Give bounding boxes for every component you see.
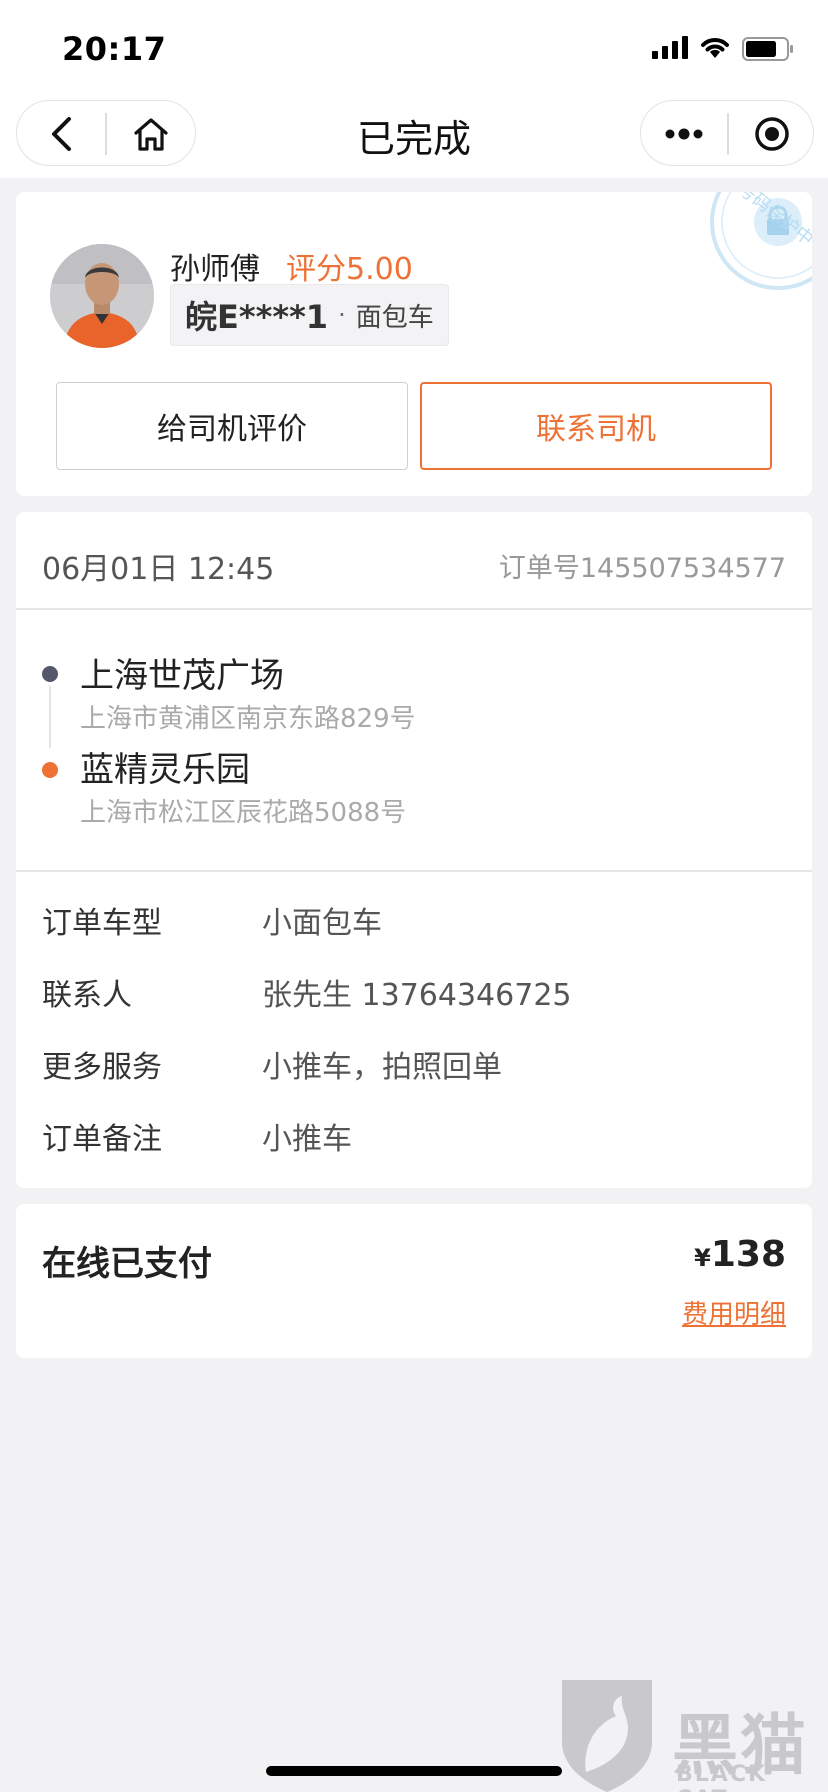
detail-row-contact: 联系人 张先生 13764346725 (16, 954, 812, 1026)
watermark-subtitle: BLACK CAT (676, 1762, 768, 1792)
route-section: 上海世茂广场 上海市黄浦区南京东路829号 蓝精灵乐园 上海市松江区辰花路508… (16, 610, 812, 872)
number-protection-stamp: 号码保护中 (710, 192, 812, 290)
detail-label: 联系人 (42, 978, 132, 1013)
more-dots-icon (665, 128, 703, 140)
battery-icon (742, 37, 793, 61)
dot-separator: · (338, 301, 346, 329)
currency-symbol: ¥ (694, 1244, 711, 1272)
home-indicator (266, 1766, 562, 1776)
amount-value: 138 (710, 1234, 786, 1275)
more-button[interactable] (641, 101, 727, 167)
status-bar: 20:17 (0, 0, 828, 100)
detail-label: 订单备注 (42, 1122, 162, 1157)
fee-detail-link[interactable]: 费用明细 (682, 1294, 786, 1331)
detail-row-vehicle-type: 订单车型 小面包车 (16, 882, 812, 954)
driver-photo (50, 244, 154, 348)
driver-rating: 评分5.00 (286, 252, 413, 287)
payment-status-label: 在线已支付 (42, 1244, 212, 1284)
cellular-signal-icon (652, 36, 688, 59)
end-place-name: 蓝精灵乐园 (80, 750, 250, 790)
status-time: 20:17 (62, 30, 167, 68)
wifi-icon (701, 38, 729, 58)
end-point-dot (42, 762, 58, 778)
start-place-address: 上海市黄浦区南京东路829号 (80, 704, 416, 734)
detail-label: 订单车型 (42, 906, 162, 941)
detail-value: 小推车，拍照回单 (262, 1050, 502, 1085)
nav-right-capsule (640, 100, 814, 166)
end-place-address: 上海市松江区辰花路5088号 (80, 798, 407, 828)
driver-name: 孙师傅 (170, 252, 260, 287)
vehicle-info-badge: 皖E****1 · 面包车 (170, 284, 449, 346)
rate-driver-button[interactable]: 给司机评价 (56, 382, 408, 470)
detail-row-remarks: 订单备注 小推车 (16, 1098, 812, 1170)
close-miniprogram-button[interactable] (729, 101, 815, 167)
order-number: 订单号145507534577 (498, 553, 786, 584)
driver-avatar (50, 244, 154, 348)
vehicle-type: 面包车 (355, 302, 434, 333)
order-datetime: 06月01日 12:45 (42, 552, 275, 587)
contact-driver-button[interactable]: 联系司机 (420, 382, 772, 470)
payment-amount: ¥138 (694, 1234, 786, 1275)
license-plate: 皖E****1 (185, 298, 329, 336)
detail-value: 张先生 13764346725 (262, 978, 572, 1013)
detail-value: 小推车 (262, 1122, 352, 1157)
route-connector-line (49, 686, 51, 748)
start-point-dot (42, 666, 58, 682)
detail-row-more-services: 更多服务 小推车，拍照回单 (16, 1026, 812, 1098)
driver-card: 孙师傅 评分5.00 皖E****1 · 面包车 号码保护中 给司机评价 联系司… (16, 192, 812, 496)
detail-value: 小面包车 (262, 906, 382, 941)
order-header: 06月01日 12:45 订单号145507534577 (16, 512, 812, 610)
detail-label: 更多服务 (42, 1050, 162, 1085)
payment-card: 在线已支付 ¥138 费用明细 (16, 1204, 812, 1358)
navigation-bar: 已完成 (0, 100, 828, 178)
order-card: 06月01日 12:45 订单号145507534577 上海世茂广场 上海市黄… (16, 512, 812, 1188)
target-circle-icon (755, 117, 789, 151)
start-place-name: 上海世茂广场 (80, 656, 284, 696)
